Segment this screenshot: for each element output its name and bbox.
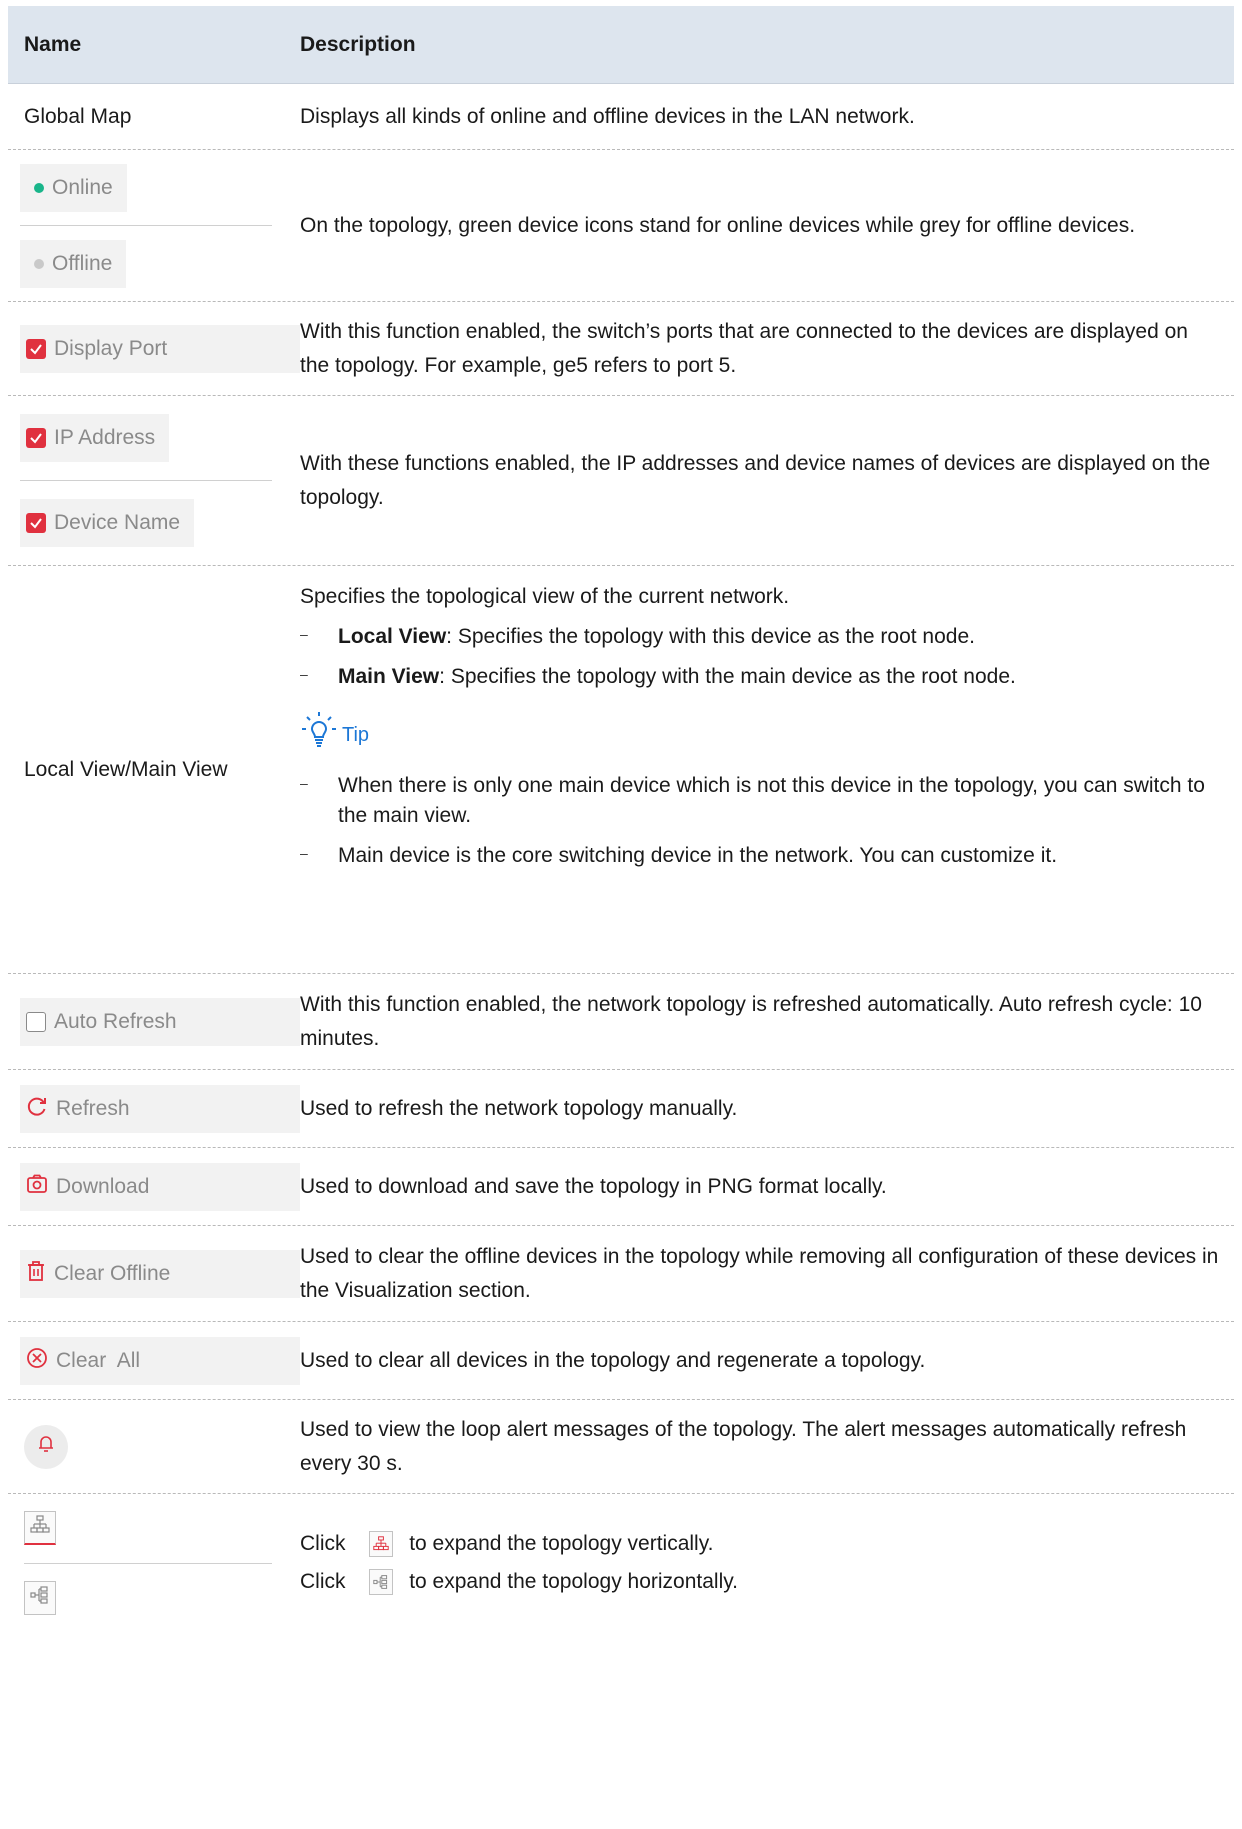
table-row: Click to expand the topology vertically.… [8, 1494, 1234, 1632]
alert-button[interactable] [24, 1424, 68, 1469]
main-view-desc: : Specifies the topology with the main d… [439, 665, 1016, 688]
checkbox-unchecked-icon [26, 1011, 46, 1032]
row-description: Used to download and save the topology i… [300, 1174, 887, 1198]
click-label: Click [300, 1570, 346, 1593]
bell-icon [37, 1434, 55, 1459]
display-port-checkbox[interactable]: Display Port [20, 324, 300, 373]
table-row: Clear All Used to clear all devices in t… [8, 1322, 1234, 1400]
row-description: Used to refresh the network topology man… [300, 1096, 738, 1120]
table-row: Used to view the loop alert messages of … [8, 1400, 1234, 1494]
table-row: Download Used to download and save the t… [8, 1148, 1234, 1226]
lightbulb-icon [300, 710, 338, 759]
expand-vertical-line: Click to expand the topology vertically. [300, 1525, 1222, 1563]
offline-legend: Offline [20, 239, 127, 288]
row-description: Used to clear the offline devices in the… [300, 1244, 1219, 1302]
device-name-label: Device Name [54, 511, 181, 534]
online-label: Online [52, 175, 113, 199]
header-description: Description [300, 32, 416, 56]
list-item: – Main View: Specifies the topology with… [300, 665, 1016, 688]
online-dot-icon [34, 182, 44, 193]
online-legend: Online [20, 163, 127, 212]
local-view-desc: : Specifies the topology with this devic… [446, 625, 975, 648]
trash-icon [26, 1260, 46, 1288]
tip-label: Tip [342, 723, 370, 746]
download-button[interactable]: Download [20, 1162, 300, 1211]
local-view-term: Local View [338, 625, 447, 648]
table-row: Global Map Displays all kinds of online … [8, 84, 1234, 150]
clear-offline-label: Clear Offline [54, 1261, 171, 1285]
checkbox-checked-icon [26, 338, 46, 359]
table-row: Refresh Used to refresh the network topo… [8, 1070, 1234, 1148]
vertical-topology-button[interactable] [24, 1511, 56, 1546]
camera-icon [26, 1174, 48, 1200]
checkbox-checked-icon [26, 513, 46, 533]
checkbox-checked-icon [26, 428, 46, 448]
vertical-topology-icon [30, 1515, 50, 1540]
table-row: Clear Offline Used to clear the offline … [8, 1226, 1234, 1322]
refresh-label: Refresh [56, 1096, 130, 1120]
table-row: IP Address Device Name With these functi… [8, 396, 1234, 566]
expand-horizontal-desc: to expand the topology horizontally. [409, 1570, 739, 1593]
list-item: – Local View: Specifies the topology wit… [300, 625, 975, 648]
row-description: Used to view the loop alert messages of … [300, 1417, 1187, 1475]
table-header: Name Description [8, 6, 1234, 84]
offline-dot-icon [34, 258, 44, 269]
vertical-topology-icon [369, 1531, 394, 1558]
row-description: Displays all kinds of online and offline… [300, 104, 915, 128]
tip-heading: Tip [300, 710, 1222, 759]
auto-refresh-checkbox[interactable]: Auto Refresh [20, 997, 300, 1046]
row-name: Global Map [24, 104, 132, 128]
circle-x-icon [26, 1347, 48, 1375]
tip-text: When there is only one main device which… [338, 774, 1205, 827]
display-port-label: Display Port [54, 336, 168, 360]
list-item: – When there is only one main device whi… [300, 771, 1222, 831]
refresh-icon [26, 1095, 48, 1123]
ip-address-checkbox[interactable]: IP Address [20, 414, 170, 462]
horizontal-topology-icon [369, 1569, 394, 1596]
main-view-term: Main View [338, 665, 440, 688]
clear-offline-button[interactable]: Clear Offline [20, 1249, 300, 1298]
ip-address-label: IP Address [54, 426, 156, 449]
download-label: Download [56, 1174, 150, 1198]
auto-refresh-label: Auto Refresh [54, 1009, 177, 1033]
row-description: With this function enabled, the switch’s… [300, 319, 1188, 377]
list-item: – Main device is the core switching devi… [300, 841, 1222, 871]
row-name: Local View/Main View [24, 757, 228, 781]
device-name-checkbox[interactable]: Device Name [20, 499, 195, 547]
table-row: Online Offline On the topology, green de… [8, 150, 1234, 302]
row-description: Used to clear all devices in the topolog… [300, 1348, 926, 1372]
expand-horizontal-line: Click to expand the topology horizontall… [300, 1563, 1222, 1601]
clear-all-label: Clear All [56, 1348, 141, 1372]
tip-text: Main device is the core switching device… [338, 844, 1058, 867]
horizontal-topology-icon [30, 1585, 50, 1610]
table-row: Local View/Main View Specifies the topol… [8, 566, 1234, 974]
row-description: With these functions enabled, the IP add… [300, 451, 1211, 509]
offline-label: Offline [52, 251, 113, 275]
row-description: With this function enabled, the network … [300, 992, 1202, 1050]
clear-all-button[interactable]: Clear All [20, 1336, 300, 1385]
view-intro: Specifies the topological view of the cu… [300, 585, 790, 608]
click-label: Click [300, 1532, 346, 1555]
header-name: Name [24, 32, 82, 56]
table-row: Display Port With this function enabled,… [8, 302, 1234, 396]
table-row: Auto Refresh With this function enabled,… [8, 974, 1234, 1070]
refresh-button[interactable]: Refresh [20, 1084, 300, 1133]
description-table: Name Description Global Map Displays all… [8, 6, 1234, 1632]
row-description: On the topology, green device icons stan… [300, 213, 1136, 237]
expand-vertical-desc: to expand the topology vertically. [409, 1532, 714, 1555]
horizontal-topology-button[interactable] [24, 1580, 56, 1615]
